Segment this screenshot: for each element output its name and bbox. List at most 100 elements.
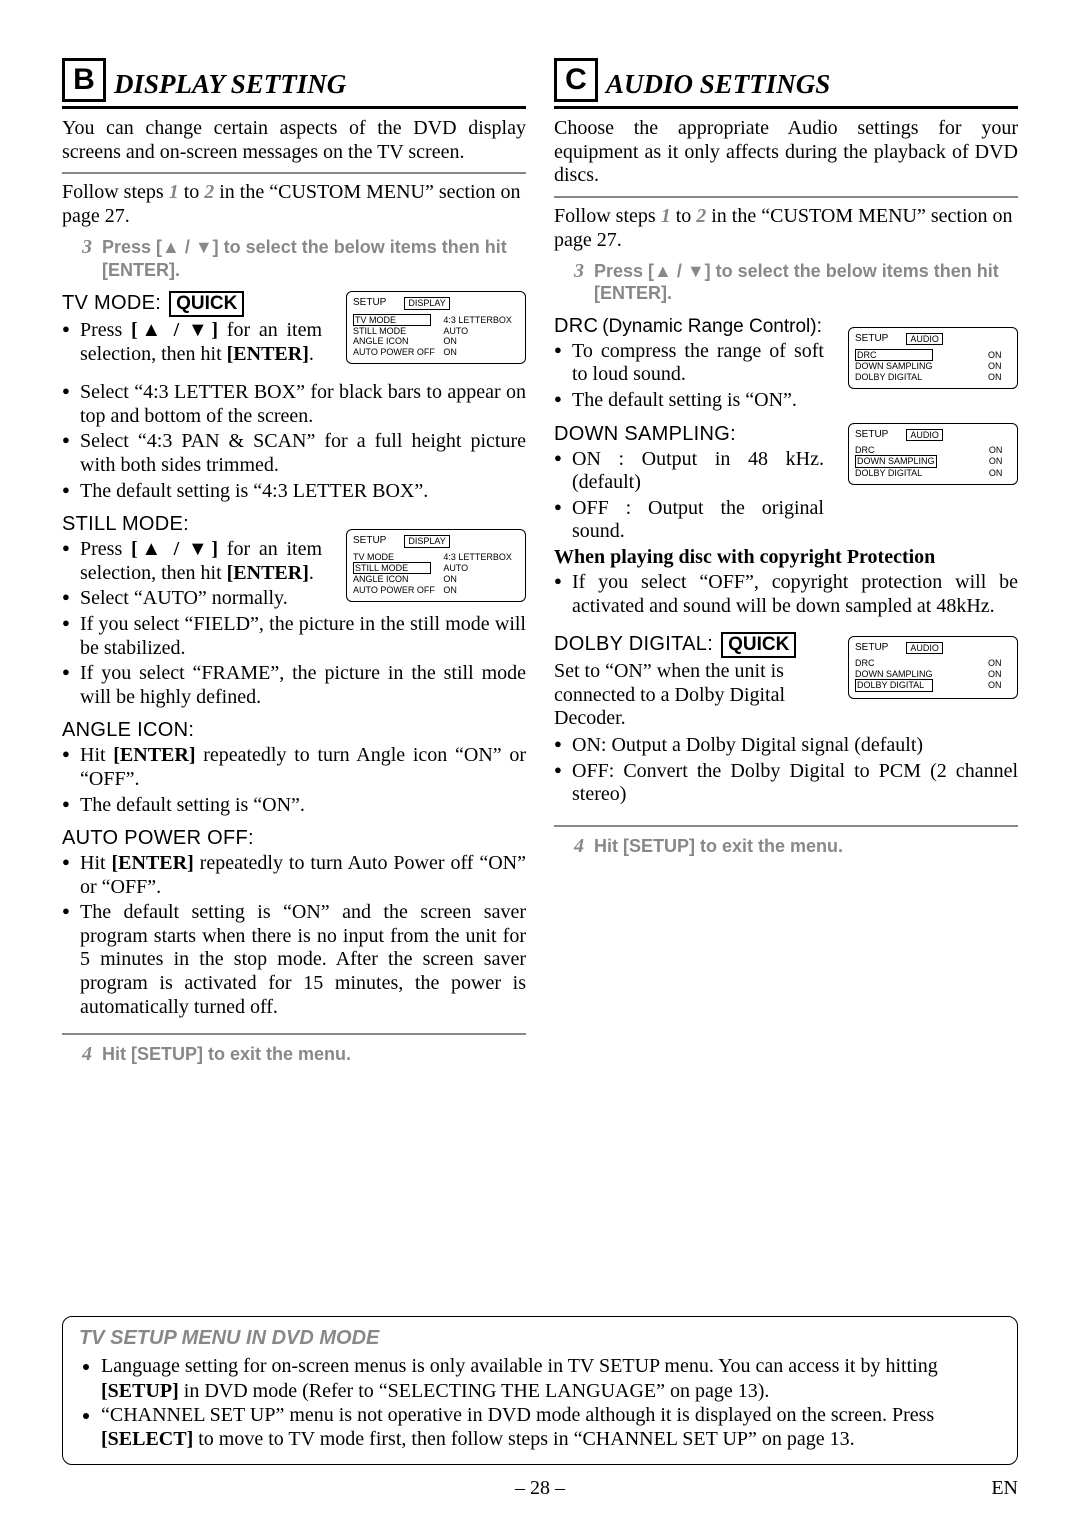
divider [554,825,1018,827]
drc-label-paren: (Dynamic Range Control): [602,316,822,338]
bullet: Hit [ENTER] repeatedly to turn Auto Powe… [62,852,526,899]
step-2: 2 [204,180,214,204]
keys: [▲ / ▼] [131,538,218,560]
text: Hit [80,744,113,766]
still-mode-label: STILL MODE: [62,513,189,536]
step-1: 1 [661,204,671,228]
step-3-text: Press [▲ / ▼] to select the below items … [102,236,526,281]
bullet: Select “4:3 PAN & SCAN” for a full heigh… [62,430,526,477]
step-4-num: 4 [554,835,584,858]
bullet: The default setting is “ON”. [62,794,526,818]
row-v: ON [443,574,519,584]
bullet: Press [▲ / ▼] for an item selection, the… [62,538,322,585]
tv-setup-box: TV SETUP MENU IN DVD MODE Language setti… [62,1316,1018,1465]
text: to move to TV mode first, then follow st… [193,1428,854,1450]
section-title-b: DISPLAY SETTING [114,69,346,102]
page-footer: – 28 – EN [0,1477,1080,1500]
step-4-b: 4 Hit [SETUP] to exit the menu. [62,1043,526,1066]
row-k: DOLBY DIGITAL [855,372,988,382]
osd-fig-down: SETUP AUDIO DRCON DOWN SAMPLINGON DOLBY … [848,423,1018,485]
auto-power-label: AUTO POWER OFF: [62,827,254,850]
text: in DVD mode (Refer to “SELECTING THE LAN… [179,1380,770,1402]
bullet: ON: Output a Dolby Digital signal (defau… [554,734,1018,758]
drc-label: DRC [554,315,598,338]
fig-tab: AUDIO [906,642,943,654]
osd-fig-drc: SETUP AUDIO DRCON DOWN SAMPLINGON DOLBY … [848,327,1018,389]
row-v: ON [443,336,519,346]
bullet: OFF : Output the original sound. [554,497,824,544]
fig-table: TV MODE4:3 LETTERBOX STILL MODEAUTO ANGL… [353,552,519,595]
fig-setup: SETUP [855,429,888,441]
still-mode-block: STILL MODE: Press [▲ / ▼] for an item se… [62,513,526,611]
step-4-num: 4 [62,1043,92,1066]
divider [62,1033,526,1035]
down-sampling-block: DOWN SAMPLING: ON : Output in 48 kHz. (d… [554,423,1018,544]
angle-icon-list: Hit [ENTER] repeatedly to turn Angle ico… [62,744,526,817]
text: Hit [80,852,112,874]
row-v: ON [443,347,519,357]
row-k: DOWN SAMPLING [855,455,937,467]
fig-table: DRCON DOWN SAMPLINGON DOLBY DIGITALON [855,658,1011,691]
enter-key: [ENTER] [112,852,194,874]
fig-table: TV MODE4:3 LETTERBOX STILL MODEAUTO ANGL… [353,314,519,357]
section-rule [62,106,526,109]
row-v: ON [988,658,1011,668]
dolby-block: DOLBY DIGITAL: QUICK Set to “ON” when th… [554,632,1018,732]
text: Language setting for on-screen menus is … [101,1355,938,1377]
enter-key: [ENTER] [227,343,309,365]
fig-table: DRCON DOWN SAMPLINGON DOLBY DIGITALON [855,445,1011,478]
angle-icon-label: ANGLE ICON: [62,719,194,742]
follow-steps-b: Follow steps 1 to 2 in the “CUSTOM MENU”… [62,180,526,228]
row-v: 4:3 LETTERBOX [443,314,519,326]
row-v: ON [988,679,1011,691]
step-3-c: 3 Press [▲ / ▼] to select the below item… [554,260,1018,305]
row-k: STILL MODE [353,326,443,336]
section-letter-c: C [554,58,598,102]
bullet: Select “4:3 LETTER BOX” for black bars t… [62,381,526,428]
row-k: ANGLE ICON [353,574,443,584]
step-3-num: 3 [554,260,584,305]
text: Follow steps [62,181,169,203]
drc-list: To compress the range of soft to loud so… [554,340,824,413]
step-4-text: Hit [SETUP] to exit the menu. [102,1043,526,1066]
row-v: ON [988,349,1011,361]
row-k: STILL MODE [353,562,431,574]
row-k: TV MODE [353,314,431,326]
bullet: The default setting is “ON”. [554,389,824,413]
row-v: ON [443,585,519,595]
follow-steps-c: Follow steps 1 to 2 in the “CUSTOM MENU”… [554,204,1018,252]
text: Press [80,538,131,560]
osd-fig-stillmode: SETUP DISPLAY TV MODE4:3 LETTERBOX STILL… [346,529,526,602]
setup-key: [SETUP] [101,1380,179,1402]
dolby-para: Set to “ON” when the unit is connected t… [554,660,824,731]
intro-c: Choose the appropriate Audio settings fo… [554,117,1018,188]
down-sampling-list-b: If you select “OFF”, copyright protectio… [554,571,1018,618]
row-k: DRC [855,349,933,361]
bullet: If you select “FIELD”, the picture in th… [62,613,526,660]
quick-box: QUICK [721,632,796,658]
tv-setup-title: TV SETUP MENU IN DVD MODE [79,1327,1001,1350]
fig-setup: SETUP [353,297,386,309]
intro-b: You can change certain aspects of the DV… [62,117,526,164]
section-rule [554,106,1018,109]
bullet: To compress the range of soft to loud so… [554,340,824,387]
text: Press [80,319,131,341]
select-key: [SELECT] [101,1428,193,1450]
section-title-c: AUDIO SETTINGS [606,69,830,102]
fig-setup: SETUP [855,333,888,345]
bullet: OFF: Convert the Dolby Digital to PCM (2… [554,760,1018,807]
enter-key: [ENTER] [227,562,309,584]
row-v: ON [989,455,1011,467]
row-v: ON [989,468,1011,478]
section-letter-b: B [62,58,106,102]
drc-block: DRC (Dynamic Range Control): To compress… [554,315,1018,413]
fig-tab: AUDIO [906,333,943,345]
tv-setup-item: Language setting for on-screen menus is … [101,1354,1001,1403]
bullet: Press [▲ / ▼] for an item selection, the… [62,319,322,366]
fig-setup: SETUP [353,535,386,547]
fig-tab: DISPLAY [404,535,449,547]
fig-table: DRCON DOWN SAMPLINGON DOLBY DIGITALON [855,349,1011,382]
tv-setup-item: “CHANNEL SET UP” menu is not operative i… [101,1403,1001,1452]
page-number: – 28 – [515,1477,565,1499]
step-4-text: Hit [SETUP] to exit the menu. [594,835,1018,858]
